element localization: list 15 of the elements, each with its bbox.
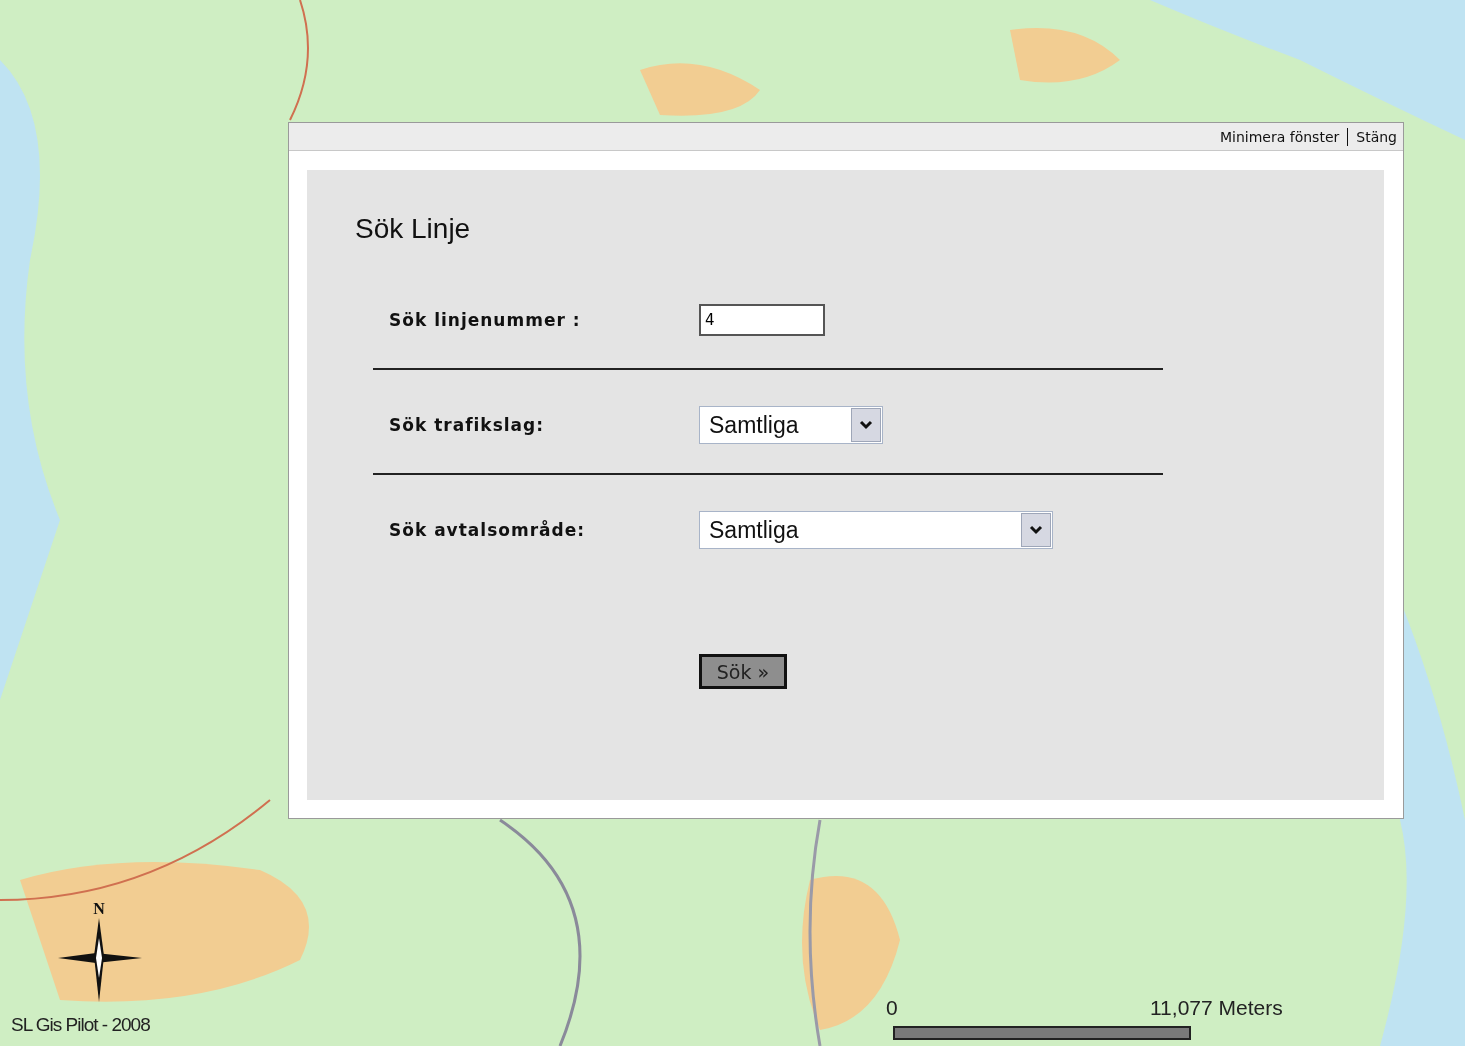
scale-end-label: 11,077 Meters xyxy=(1150,996,1283,1020)
field-label: Sök linjenummer : xyxy=(389,310,582,330)
field-label: Sök avtalsområde: xyxy=(389,520,586,540)
dropdown-select[interactable]: Samtliga xyxy=(699,406,883,444)
map-credit: SL Gis Pilot - 2008 xyxy=(11,1014,150,1036)
chevron-down-icon xyxy=(1029,525,1043,535)
dropdown-select[interactable]: Samtliga xyxy=(699,511,1053,549)
line-number-input[interactable]: 4 xyxy=(699,304,825,336)
search-button[interactable]: Sök » xyxy=(699,654,787,689)
field-label: Sök trafikslag: xyxy=(389,415,546,435)
minimize-link[interactable]: Minimera fönster xyxy=(1220,128,1340,145)
chevron-down-icon xyxy=(859,420,873,430)
dialog-title: Sök Linje xyxy=(355,213,472,245)
close-link[interactable]: Stäng xyxy=(1356,128,1397,145)
scale-start-label: 0 xyxy=(886,996,898,1020)
